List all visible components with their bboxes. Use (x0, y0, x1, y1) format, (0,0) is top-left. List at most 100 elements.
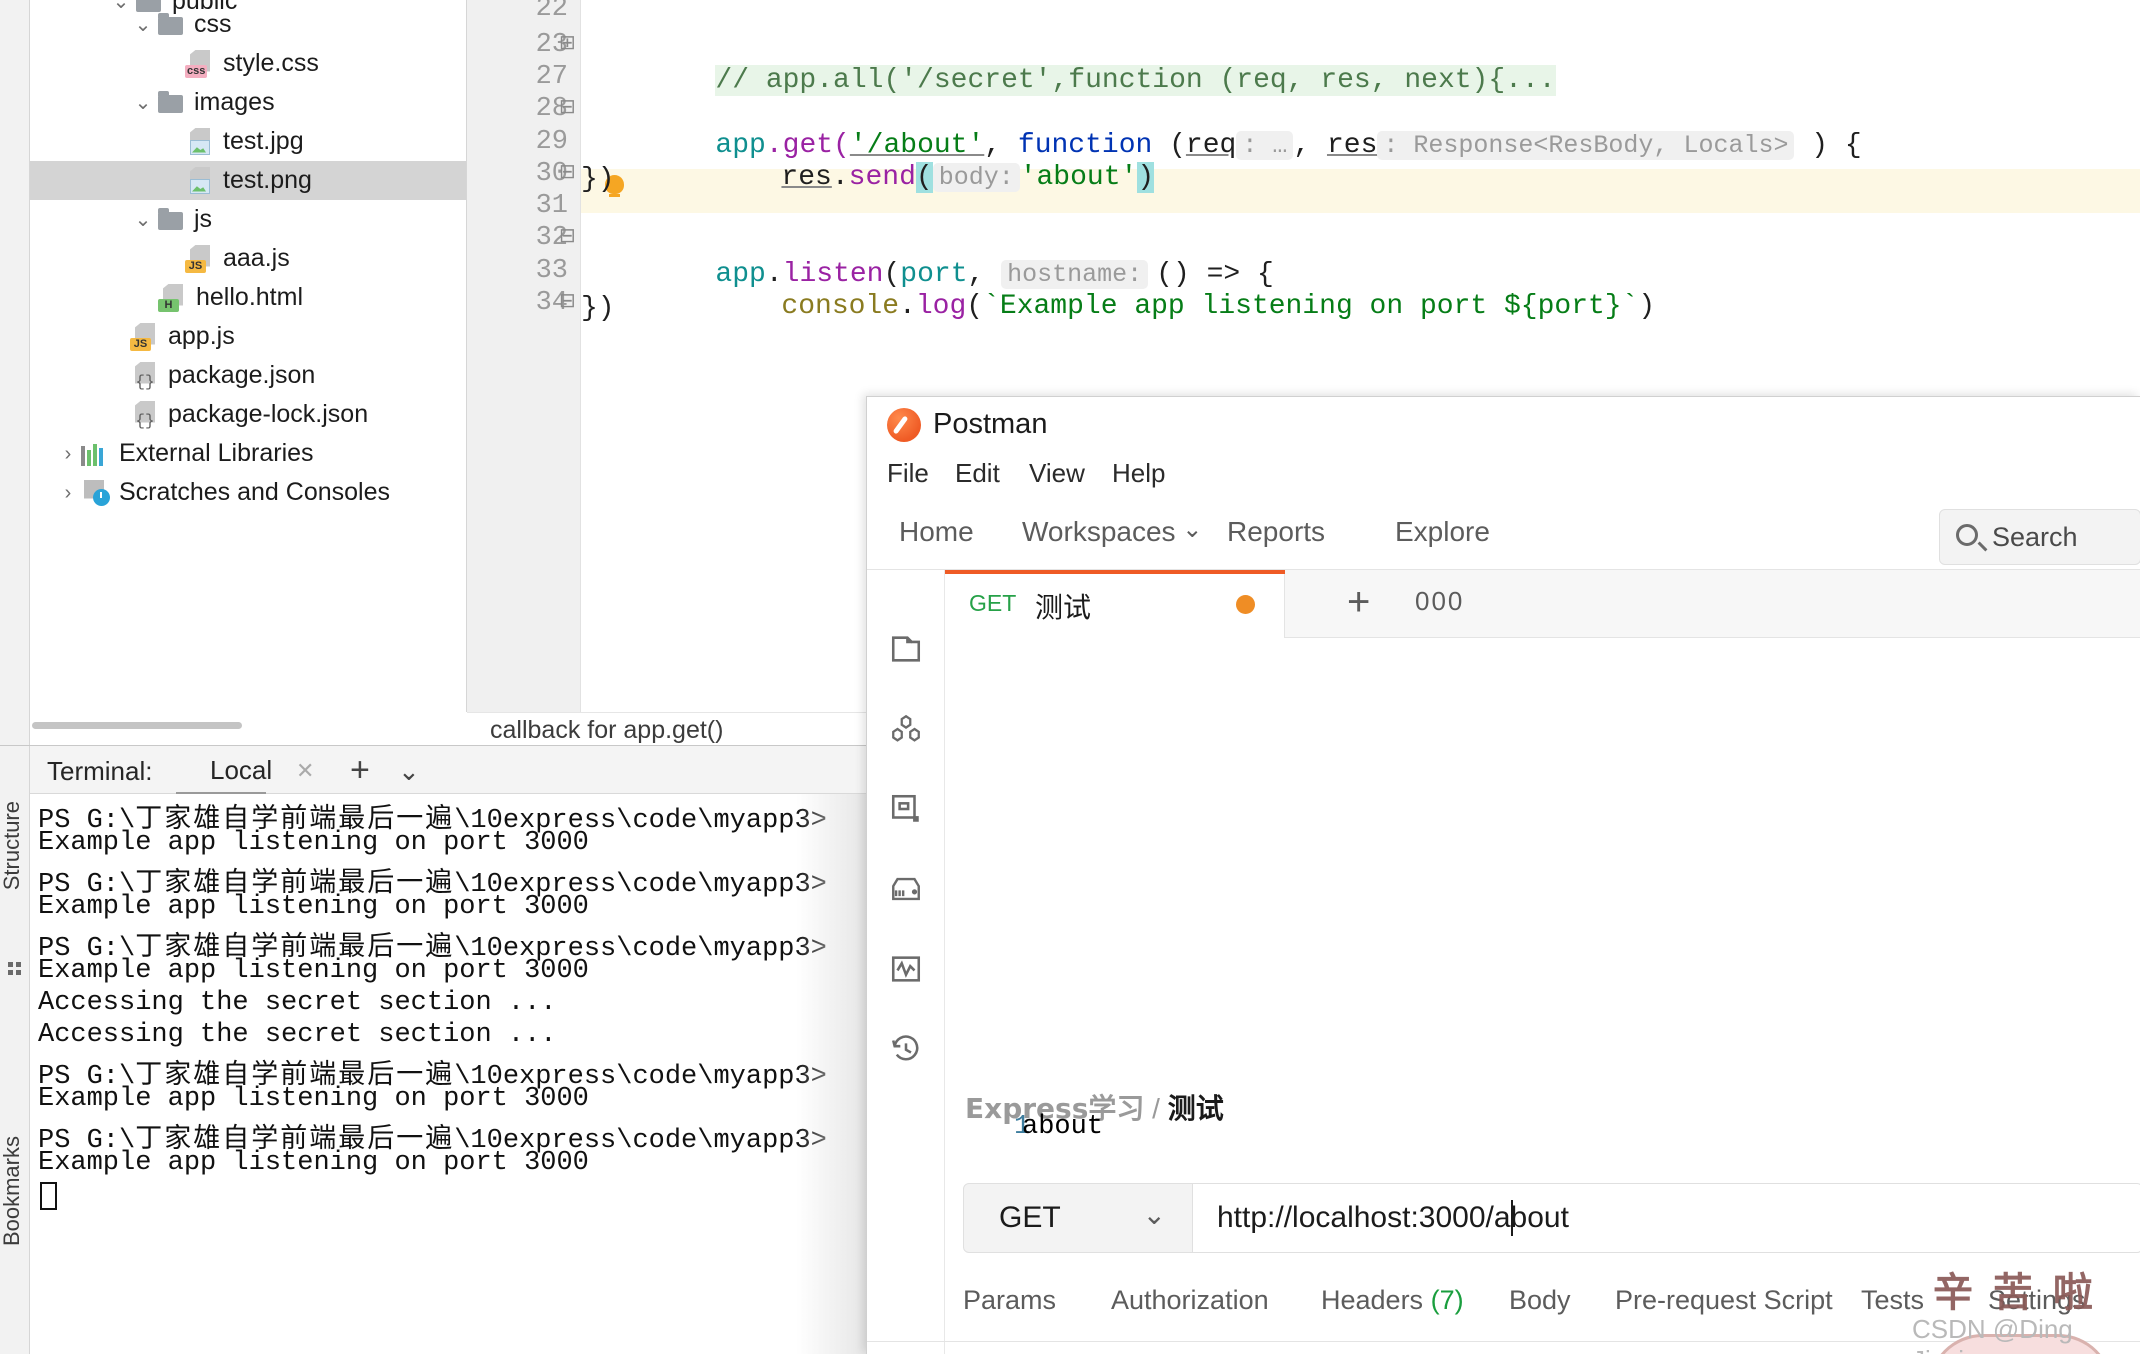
req-tab-headers[interactable]: Headers (7) (1321, 1285, 1464, 1316)
code-line-30: }) (581, 164, 615, 195)
breadcrumb-separator: / (1152, 1093, 1160, 1124)
url-input[interactable]: http://localhost:3000/about (1193, 1183, 2140, 1253)
tree-item-label: css (194, 10, 232, 38)
environments-icon[interactable] (889, 792, 923, 826)
tree-item-label: app.js (168, 322, 235, 350)
nav-explore[interactable]: Explore (1395, 516, 1490, 548)
tab-options-icon[interactable]: 000 (1415, 586, 1464, 617)
tree-item-scratches-and-consoles[interactable]: › Scratches and Consoles (30, 473, 467, 512)
fold-collapse-icon[interactable]: ⊟ (559, 94, 576, 120)
chevron-down-icon[interactable]: ⌄ (130, 210, 156, 230)
mock-servers-icon[interactable] (889, 872, 923, 906)
terminal-output-line: Example app listening on port 3000 (38, 1084, 589, 1114)
postman-menubar[interactable]: File Edit View Help (867, 452, 2140, 502)
terminal-output-line: Example app listening on port 3000 (38, 828, 589, 858)
terminal-output[interactable]: PS G:\丁家雄自学前端最后一遍\10express\code\myapp3>… (30, 794, 866, 1354)
terminal-output-line: Example app listening on port 3000 (38, 1148, 589, 1178)
close-icon[interactable]: ✕ (296, 758, 314, 784)
new-tab-button[interactable]: + (1347, 580, 1370, 625)
request-tab[interactable]: GET 测试 (945, 570, 1285, 638)
req-tab-authorization[interactable]: Authorization (1111, 1285, 1269, 1316)
add-terminal-icon[interactable]: + (350, 751, 370, 790)
terminal-tab-local[interactable]: Local (210, 755, 272, 786)
http-method-select[interactable]: GET ⌄ (963, 1183, 1193, 1253)
menu-file[interactable]: File (887, 458, 929, 489)
menu-help[interactable]: Help (1112, 458, 1165, 489)
code-comment-line: // app.all('/secret',function (req, res,… (715, 65, 1556, 96)
tree-item-package-json[interactable]: {} package.json (30, 356, 467, 395)
tree-item-hello-html[interactable]: H hello.html (30, 278, 467, 317)
menu-view[interactable]: View (1029, 458, 1085, 489)
req-tab-tests[interactable]: Tests (1861, 1285, 1924, 1316)
code-token-dot: . (899, 291, 916, 322)
req-tab-params[interactable]: Params (963, 1285, 1056, 1316)
code-token-console: console (781, 291, 900, 322)
code-token-template-string: `Example app listening on port ${port}` (983, 291, 1639, 322)
line-number: 27 (535, 62, 568, 92)
tree-item-label: test.png (223, 166, 312, 194)
image-file-icon (185, 166, 215, 195)
chevron-down-icon[interactable]: ⌄ (130, 15, 156, 35)
chevron-down-icon[interactable]: ⌄ (130, 93, 156, 113)
postman-titlebar: Postman (867, 397, 2140, 452)
request-config-tabs[interactable]: Params Authorization Headers (7) Body Pr… (963, 1277, 2140, 1339)
menu-edit[interactable]: Edit (955, 458, 1000, 489)
tree-item-app-js[interactable]: JS app.js (30, 317, 467, 356)
history-icon[interactable] (889, 1032, 923, 1066)
tree-item-css[interactable]: ⌄ css (30, 5, 467, 44)
tree-item-js-folder[interactable]: ⌄ js (30, 200, 467, 239)
chevron-down-icon[interactable]: ⌄ (1143, 1198, 1166, 1231)
response-tabs[interactable]: Body Cookies Headers (7) Test Results (963, 1349, 2140, 1354)
breadcrumb-current: 测试 (1167, 1092, 1224, 1125)
tree-item-label: js (194, 205, 213, 233)
structure-tool-label[interactable]: Structure (0, 801, 25, 890)
postman-tab-strip[interactable]: GET 测试 + 000 (945, 570, 2140, 638)
tree-item-test-jpg[interactable]: test.jpg (30, 122, 467, 161)
tree-item-label: External Libraries (119, 439, 314, 467)
req-tab-settings[interactable]: Settings (1988, 1285, 2086, 1316)
monitors-icon[interactable] (889, 952, 923, 986)
image-file-icon (185, 127, 215, 156)
inlay-hint-req: : … (1236, 131, 1294, 160)
tree-item-images[interactable]: ⌄ images (30, 83, 467, 122)
collections-icon[interactable] (889, 632, 923, 666)
tree-item-label: test.jpg (223, 127, 304, 155)
js-file-icon: JS (185, 244, 215, 273)
tree-item-aaa-js[interactable]: JS aaa.js (30, 239, 467, 278)
req-tab-prerequest[interactable]: Pre-request Script (1615, 1285, 1833, 1316)
fold-expand-icon[interactable]: ⊞ (559, 30, 576, 56)
unsaved-indicator-dot (1236, 595, 1255, 614)
tool-window-dots-icon (8, 962, 22, 976)
tree-item-style-css[interactable]: css style.css (30, 44, 467, 83)
nav-home[interactable]: Home (899, 516, 974, 548)
folder-icon (156, 12, 186, 37)
postman-window[interactable]: Postman File Edit View Help Home Workspa… (866, 396, 2140, 1354)
search-input[interactable]: Search (1992, 522, 2078, 553)
tree-item-external-libraries[interactable]: › External Libraries (30, 434, 467, 473)
terminal-title: Terminal: (47, 756, 153, 786)
chevron-right-icon[interactable]: › (55, 483, 81, 503)
request-url-row[interactable]: GET ⌄ http://localhost:3000/about (963, 1183, 2140, 1253)
project-tree-horizontal-scrollbar[interactable] (32, 722, 242, 729)
chevron-down-icon[interactable]: ⌄ (398, 756, 420, 787)
terminal-left-strip: Structure Bookmarks (0, 746, 30, 1354)
req-tab-body[interactable]: Body (1509, 1285, 1571, 1316)
search-box[interactable]: Search (1939, 509, 2140, 565)
code-token-paren: ( (1152, 130, 1186, 161)
apis-icon[interactable] (889, 712, 923, 746)
terminal-tool-window[interactable]: Structure Bookmarks Terminal: Local ✕ + … (0, 745, 866, 1354)
code-token-string: 'about' (1019, 162, 1138, 193)
project-tool-window[interactable]: ⌄ public ⌄ css css style.css ⌄ images te… (30, 0, 467, 712)
nav-workspaces[interactable]: Workspaces (1022, 516, 1202, 548)
fold-end-icon[interactable]: ⊟ (559, 159, 576, 185)
tree-item-package-lock-json[interactable]: {} package-lock.json (30, 395, 467, 434)
tree-item-test-png[interactable]: test.png (30, 161, 467, 200)
bookmarks-tool-label[interactable]: Bookmarks (0, 1136, 25, 1246)
postman-sidebar-rail[interactable] (867, 570, 945, 1354)
nav-reports[interactable]: Reports (1227, 516, 1325, 548)
fold-end-icon[interactable]: ⊟ (559, 288, 576, 314)
chevron-right-icon[interactable]: › (55, 444, 81, 464)
tab-method-label: GET (969, 590, 1017, 616)
css-file-icon: css (185, 49, 215, 78)
fold-collapse-icon[interactable]: ⊟ (559, 223, 576, 249)
